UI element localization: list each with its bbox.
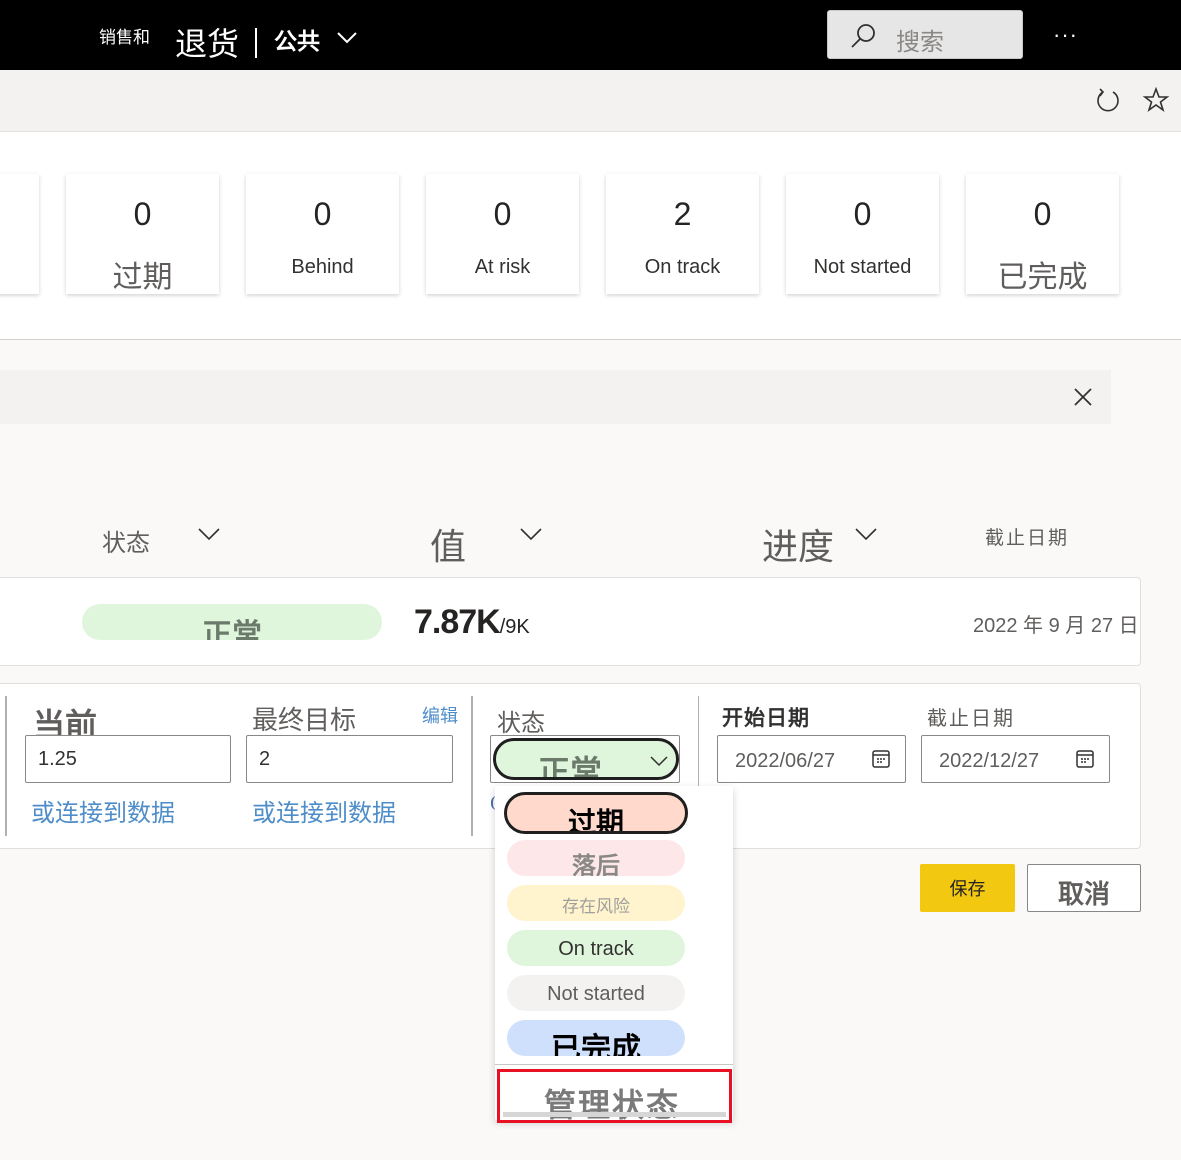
status-option-not-started[interactable]: Not started <box>507 975 685 1011</box>
final-target-label: 最终目标 <box>252 705 357 735</box>
status-badge: 正常 <box>82 604 382 640</box>
title-divider <box>255 28 257 58</box>
start-date-input[interactable]: 2022/06/27 <box>717 735 906 783</box>
stat-label: 已完成 <box>997 261 1088 294</box>
status-label: 状态 <box>497 710 545 737</box>
stat-value: 2 <box>673 196 692 232</box>
stat-label: Not started <box>813 256 912 278</box>
stat-value: 0 <box>313 196 332 232</box>
option-label: 已完成 <box>551 1033 641 1056</box>
save-button[interactable]: 保存 <box>920 864 1015 912</box>
search-input[interactable]: 搜索 <box>827 10 1023 59</box>
option-label: 过期 <box>567 807 624 834</box>
stat-card-at-risk[interactable]: 0 At risk <box>426 174 579 294</box>
stat-value: 0 <box>133 196 152 232</box>
scroll-shadow <box>503 1112 726 1117</box>
favorite-star-icon[interactable] <box>1142 86 1170 114</box>
option-label: 落后 <box>572 853 620 876</box>
start-date-label: 开始日期 <box>722 707 810 730</box>
status-summary: 0 过期 0 Behind 0 At risk 2 On track 0 Not… <box>0 132 1181 340</box>
calendar-icon[interactable] <box>871 749 891 769</box>
divider <box>471 696 473 836</box>
current-value: 7.87K <box>414 603 501 641</box>
stat-card-overdue[interactable]: 0 过期 <box>66 174 219 294</box>
stat-card-on-track[interactable]: 2 On track <box>606 174 759 294</box>
workspace-name[interactable]: 公共 <box>274 22 320 56</box>
stat-card-completed[interactable]: 0 已完成 <box>966 174 1119 294</box>
start-date-value: 2022/06/27 <box>735 750 836 772</box>
search-icon <box>851 24 875 48</box>
search-placeholder: 搜索 <box>896 29 944 56</box>
status-option-overdue[interactable]: 过期 <box>504 792 688 834</box>
toolbar <box>0 70 1181 132</box>
option-label: On track <box>558 938 634 960</box>
stat-value: 0 <box>853 196 872 232</box>
target-value: /9K <box>499 616 530 638</box>
stat-value: 0 <box>1033 196 1052 232</box>
manage-statuses-button[interactable]: 管理状态 <box>497 1069 732 1123</box>
current-value-input[interactable] <box>25 735 231 783</box>
status-option-at-risk[interactable]: 存在风险 <box>507 885 685 921</box>
divider <box>698 696 699 786</box>
app-title: 退货 <box>175 26 240 62</box>
due-date-value: 2022/12/27 <box>939 750 1040 772</box>
chevron-down-icon[interactable] <box>853 525 879 543</box>
stat-card-behind[interactable]: 0 Behind <box>246 174 399 294</box>
calendar-icon[interactable] <box>1075 749 1095 769</box>
status-option-behind[interactable]: 落后 <box>507 840 685 876</box>
stat-label: Behind <box>291 256 354 278</box>
refresh-icon[interactable] <box>1094 86 1122 114</box>
stat-label: On track <box>644 256 721 278</box>
stat-label: 过期 <box>112 261 173 294</box>
column-header-due-date[interactable]: 截止日期 <box>985 523 1069 550</box>
close-icon[interactable] <box>1072 386 1094 408</box>
status-select-value: 正常 <box>538 754 603 780</box>
stat-label: At risk <box>474 256 531 278</box>
app-title-prefix: 销售和 <box>99 28 150 47</box>
notice-bar <box>0 370 1111 424</box>
menu-divider <box>495 1064 733 1065</box>
stat-card-partial[interactable] <box>0 174 39 294</box>
column-header-status[interactable]: 状态 <box>102 523 150 558</box>
column-header-progress[interactable]: 进度 <box>762 518 834 570</box>
status-dropdown[interactable]: 正常 <box>490 735 680 783</box>
chevron-down-icon[interactable] <box>518 525 544 543</box>
chevron-down-icon[interactable] <box>336 26 358 48</box>
status-badge-label: 正常 <box>202 619 262 640</box>
manage-statuses-label: 管理状态 <box>544 1087 681 1123</box>
goal-due-date: 2022 年 9 月 27 日 <box>973 615 1139 637</box>
stat-value: 0 <box>493 196 512 232</box>
divider <box>5 696 7 836</box>
status-option-completed[interactable]: 已完成 <box>507 1020 685 1056</box>
status-option-on-track[interactable]: On track <box>507 930 685 966</box>
column-header-value[interactable]: 值 <box>430 518 466 570</box>
option-label: 存在风险 <box>562 897 630 916</box>
due-date-input[interactable]: 2022/12/27 <box>921 735 1110 783</box>
option-label: Not started <box>547 983 645 1005</box>
edit-link[interactable]: 编辑 <box>422 702 458 728</box>
chevron-down-icon[interactable] <box>196 525 222 543</box>
top-bar: 销售和 退货 公共 搜索 ··· <box>0 0 1181 70</box>
goal-value: 7.87K/9K <box>414 603 530 642</box>
status-select-pill[interactable]: 正常 <box>493 738 679 780</box>
final-target-input[interactable] <box>246 735 453 783</box>
more-options-icon[interactable]: ··· <box>1053 22 1078 48</box>
chevron-down-icon[interactable] <box>648 753 670 769</box>
connect-data-link[interactable]: 或连接到数据 <box>31 793 175 828</box>
stat-card-not-started[interactable]: 0 Not started <box>786 174 939 294</box>
connect-data-link[interactable]: 或连接到数据 <box>252 793 396 828</box>
due-date-label: 截止日期 <box>927 708 1015 730</box>
cancel-button[interactable]: 取消 <box>1027 864 1141 912</box>
